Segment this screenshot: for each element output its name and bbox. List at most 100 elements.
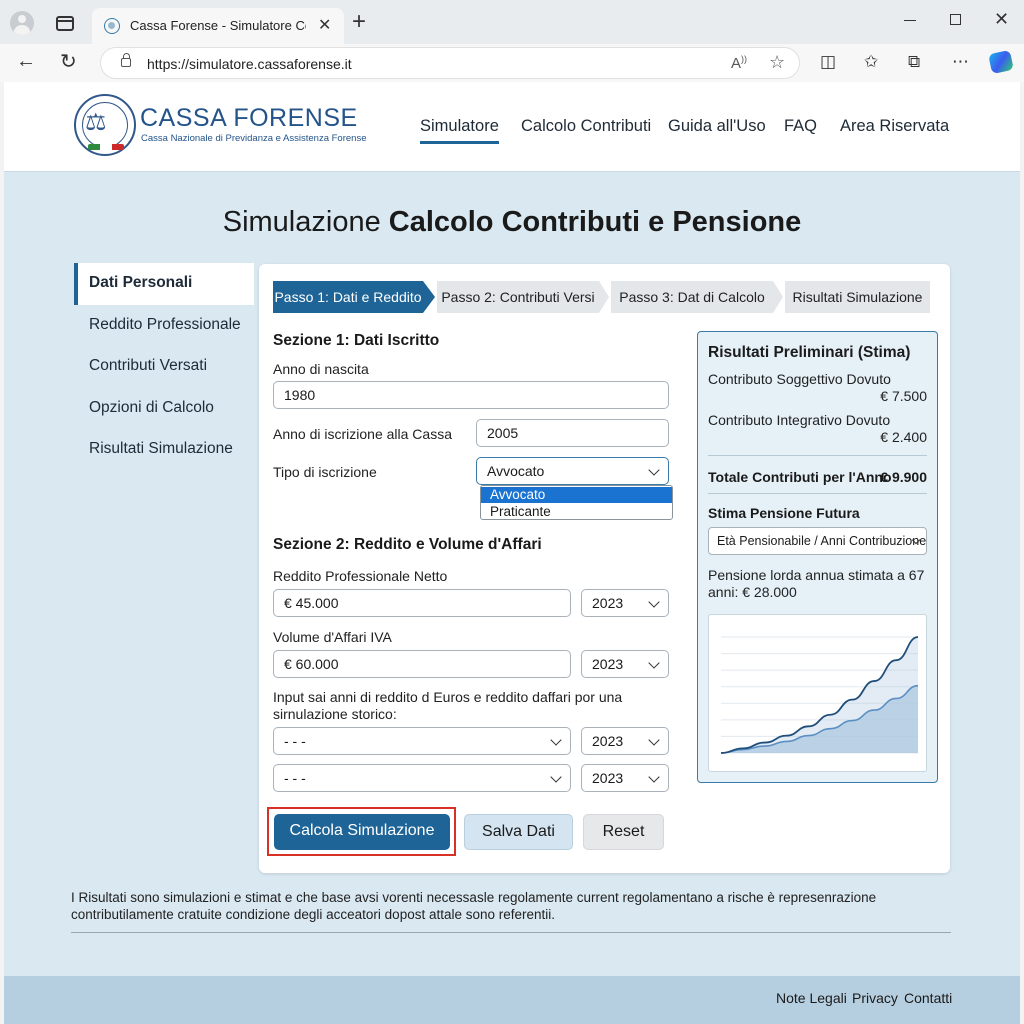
more-menu-icon[interactable]: ⋯ <box>952 52 969 72</box>
browser-tab[interactable]: Cassa Forense - Simulatore Cont ✕ <box>92 8 344 44</box>
site-header: ⚖ CASSA FORENSE Cassa Nazionale di Previ… <box>4 82 1020 172</box>
retirement-age-value: Età Pensionabile / Anni Contribuzione <box>717 534 927 548</box>
tab-actions-icon[interactable] <box>56 16 74 31</box>
reset-button[interactable]: Reset <box>583 814 664 850</box>
total-contributions-value: € 9.900 <box>880 469 927 485</box>
step-1-arrow <box>423 281 435 313</box>
calculate-button[interactable]: Calcola Simulazione <box>274 814 450 850</box>
income-label: Reddito Professionale Netto <box>273 568 448 584</box>
back-arrow-icon[interactable]: ← <box>16 50 36 73</box>
favorite-star-icon[interactable]: ☆ <box>769 52 785 73</box>
birth-year-label: Anno di nascita <box>273 361 369 377</box>
income-year-select[interactable]: 2023 <box>581 589 669 617</box>
step-3-arrow <box>773 281 783 313</box>
option-praticante[interactable]: Praticante <box>481 504 672 520</box>
cassa-forense-logo[interactable]: ⚖ <box>74 94 136 156</box>
window-close-icon[interactable]: ✕ <box>994 9 1009 30</box>
lock-icon[interactable] <box>121 53 131 67</box>
nav-guida[interactable]: Guida all'Uso <box>668 117 766 136</box>
enroll-type-label: Tipo di iscrizione <box>273 464 377 480</box>
nav-area-riservata[interactable]: Area Riservata <box>840 117 949 136</box>
option-avvocato[interactable]: Avvocato <box>481 487 672 503</box>
history-value-2: - - - <box>284 770 306 786</box>
retirement-age-select[interactable]: Età Pensionabile / Anni Contribuzione <box>708 527 927 555</box>
nav-simulatore[interactable]: Simulatore <box>420 117 499 144</box>
sidebar-item-risultati[interactable]: Risultati Simulazione <box>74 429 254 471</box>
footer-link-note-legali[interactable]: Note Legali <box>776 990 847 1006</box>
nav-calcolo-contributi[interactable]: Calcolo Contributi <box>521 117 651 136</box>
address-bar[interactable]: https://simulatore.cassaforense.it A)) ☆ <box>100 47 800 79</box>
chevron-down-icon <box>550 734 562 746</box>
sidebar-item-opzioni[interactable]: Opzioni di Calcolo <box>74 388 254 430</box>
income-year-value: 2023 <box>592 595 624 611</box>
chevron-down-icon <box>648 657 660 669</box>
enroll-year-input[interactable]: 2005 <box>476 419 669 447</box>
tab-title: Cassa Forense - Simulatore Cont <box>130 18 306 33</box>
history-year-2: 2023 <box>592 770 624 786</box>
collections-icon[interactable]: ⧉ <box>908 52 920 72</box>
footer-link-contatti[interactable]: Contatti <box>904 990 952 1006</box>
results-divider <box>708 455 927 456</box>
brand-name[interactable]: CASSA FORENSE <box>140 104 358 133</box>
minimize-icon[interactable] <box>904 20 916 21</box>
favorites-icon[interactable]: ✩ <box>864 52 878 72</box>
url-text[interactable]: https://simulatore.cassaforense.it <box>147 56 352 72</box>
income-input[interactable]: € 45.000 <box>273 589 571 617</box>
close-tab-icon[interactable]: ✕ <box>318 15 331 35</box>
sidebar-item-dati-personali[interactable]: Dati Personali <box>74 263 254 305</box>
page-title-bold: Calcolo Contributi e Pensione <box>388 206 802 238</box>
site-footer: Note Legali Privacy Contatti <box>4 976 1020 1024</box>
history-year-select-2[interactable]: 2023 <box>581 764 669 792</box>
birth-year-input[interactable]: 1980 <box>273 381 669 409</box>
sidebar-item-contributi[interactable]: Contributi Versati <box>74 346 254 388</box>
maximize-icon[interactable] <box>950 14 961 25</box>
history-year-select-1[interactable]: 2023 <box>581 727 669 755</box>
subjective-contribution-label: Contributo Soggettivo Dovuto <box>708 371 891 387</box>
vat-year-select[interactable]: 2023 <box>581 650 669 678</box>
simulation-form-card: Passo 1: Dati e Reddito Passo 2: Contrib… <box>259 264 950 873</box>
save-button[interactable]: Salva Dati <box>464 814 573 850</box>
chevron-down-icon <box>648 771 660 783</box>
step-2[interactable]: Passo 2: Contributi Versi <box>437 281 599 313</box>
footer-link-privacy[interactable]: Privacy <box>852 990 898 1006</box>
pension-estimate-text: Pensione lorda annua stimata a 67 anni: … <box>708 567 925 600</box>
integrative-contribution-label: Contributo Integrativo Dovuto <box>708 412 891 428</box>
nav-faq[interactable]: FAQ <box>784 117 817 136</box>
vat-input[interactable]: € 60.000 <box>273 650 571 678</box>
profile-icon[interactable] <box>10 11 34 35</box>
chevron-down-icon <box>648 464 660 476</box>
history-value-1: - - - <box>284 733 306 749</box>
step-1[interactable]: Passo 1: Dati e Reddito <box>273 281 423 313</box>
results-panel: Risultati Preliminari (Stima) Contributo… <box>697 331 938 783</box>
web-page: ⚖ CASSA FORENSE Cassa Nazionale di Previ… <box>4 82 1020 1024</box>
read-aloud-icon[interactable]: A)) <box>731 54 747 72</box>
enroll-type-select[interactable]: Avvocato <box>476 457 669 485</box>
enroll-type-value: Avvocato <box>487 463 545 479</box>
history-income-select-2[interactable]: - - - <box>273 764 571 792</box>
vat-year-value: 2023 <box>592 656 624 672</box>
subjective-contribution-value: € 7.500 <box>880 388 927 404</box>
scales-icon: ⚖ <box>85 109 107 136</box>
section-1-title: Sezione 1: Dati Iscritto <box>273 332 440 349</box>
reload-icon[interactable]: ↻ <box>60 49 77 74</box>
section-2-title: Sezione 2: Reddito e Volume d'Affari <box>273 536 542 553</box>
enroll-type-dropdown: Avvocato Praticante <box>480 485 673 520</box>
total-contributions-label: Totale Contributi per l'Anno <box>708 469 892 485</box>
chart-area-series-1 <box>721 637 918 753</box>
sidebar-item-reddito[interactable]: Reddito Professionale <box>74 305 254 347</box>
step-3[interactable]: Passo 3: Dat di Calcolo <box>611 281 773 313</box>
new-tab-icon[interactable]: + <box>352 8 366 36</box>
brand-subtitle: Cassa Nazionale di Previdanza e Assisten… <box>141 133 367 144</box>
split-screen-icon[interactable]: ◫ <box>820 52 836 72</box>
step-4[interactable]: Risultati Simulazione <box>785 281 930 313</box>
pension-estimate-title: Stima Pensione Futura <box>708 505 860 521</box>
browser-tab-bar: Cassa Forense - Simulatore Cont ✕ + ✕ <box>0 0 1024 44</box>
step-2-arrow <box>599 281 609 313</box>
disclaimer-text: I Risultati sono simulazioni e stimat e … <box>71 890 877 922</box>
italian-flag-icon <box>88 144 124 150</box>
footer-divider <box>71 932 951 933</box>
enroll-year-label: Anno di iscrizione alla Cassa <box>273 426 452 442</box>
chevron-down-icon <box>648 734 660 746</box>
history-income-select-1[interactable]: - - - <box>273 727 571 755</box>
page-title: Simulazione Calcolo Contributi e Pension… <box>4 206 1020 239</box>
